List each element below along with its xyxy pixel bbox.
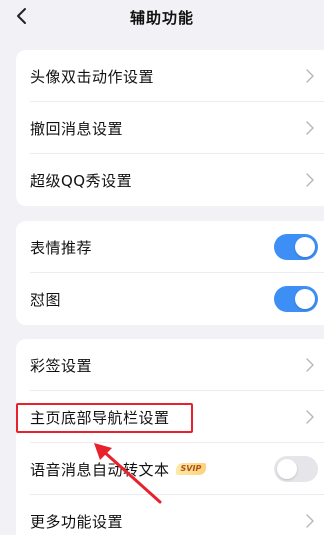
page-title: 辅助功能 bbox=[129, 9, 194, 27]
homepage-bottom-nav-setting[interactable]: 主页底部导航栏设置 bbox=[16, 391, 324, 443]
chevron-right-icon bbox=[306, 410, 314, 424]
chevron-right-icon bbox=[306, 69, 314, 83]
voice-to-text-setting: 语音消息自动转文本 SVIP bbox=[16, 443, 324, 495]
row-label: 头像双击动作设置 bbox=[30, 67, 155, 86]
row-label: 表情推荐 bbox=[30, 238, 93, 257]
row-label: 超级QQ秀设置 bbox=[30, 171, 133, 190]
row-label: 更多功能设置 bbox=[30, 512, 124, 531]
nav-bar: 辅助功能 bbox=[0, 0, 324, 34]
chevron-right-icon bbox=[306, 173, 314, 187]
chevron-right-icon bbox=[306, 121, 314, 135]
color-tag-setting[interactable]: 彩签设置 bbox=[16, 339, 324, 391]
avatar-double-tap-setting[interactable]: 头像双击动作设置 bbox=[16, 50, 324, 102]
recall-message-setting[interactable]: 撤回消息设置 bbox=[16, 102, 324, 154]
svip-badge: SVIP bbox=[175, 463, 207, 475]
row-label: 撤回消息设置 bbox=[30, 119, 124, 138]
row-label: 语音消息自动转文本 bbox=[30, 460, 170, 479]
toggle-knob bbox=[295, 289, 315, 309]
toggle-knob bbox=[277, 459, 297, 479]
diss-image-toggle[interactable] bbox=[274, 286, 318, 312]
settings-group-2: 表情推荐 怼图 bbox=[16, 221, 324, 325]
diss-image-setting: 怼图 bbox=[16, 273, 324, 325]
super-qq-show-setting[interactable]: 超级QQ秀设置 bbox=[16, 154, 324, 206]
row-label: 怼图 bbox=[30, 290, 62, 309]
more-features-setting[interactable]: 更多功能设置 bbox=[16, 495, 324, 535]
settings-group-3: 彩签设置 主页底部导航栏设置 语音消息自动转文本 SVIP 更多功能设置 bbox=[16, 339, 324, 535]
row-label: 彩签设置 bbox=[30, 356, 93, 375]
row-label: 主页底部导航栏设置 bbox=[30, 408, 170, 427]
accessibility-settings-page: 辅助功能 头像双击动作设置 撤回消息设置 超级QQ秀设置 表情推荐 怼图 彩签设… bbox=[0, 0, 324, 535]
toggle-knob bbox=[295, 237, 315, 257]
chevron-right-icon bbox=[306, 358, 314, 372]
sticker-recommend-toggle[interactable] bbox=[274, 234, 318, 260]
sticker-recommend-setting: 表情推荐 bbox=[16, 221, 324, 273]
voice-to-text-toggle[interactable] bbox=[274, 456, 318, 482]
chevron-right-icon bbox=[306, 514, 314, 528]
settings-group-1: 头像双击动作设置 撤回消息设置 超级QQ秀设置 bbox=[16, 50, 324, 206]
